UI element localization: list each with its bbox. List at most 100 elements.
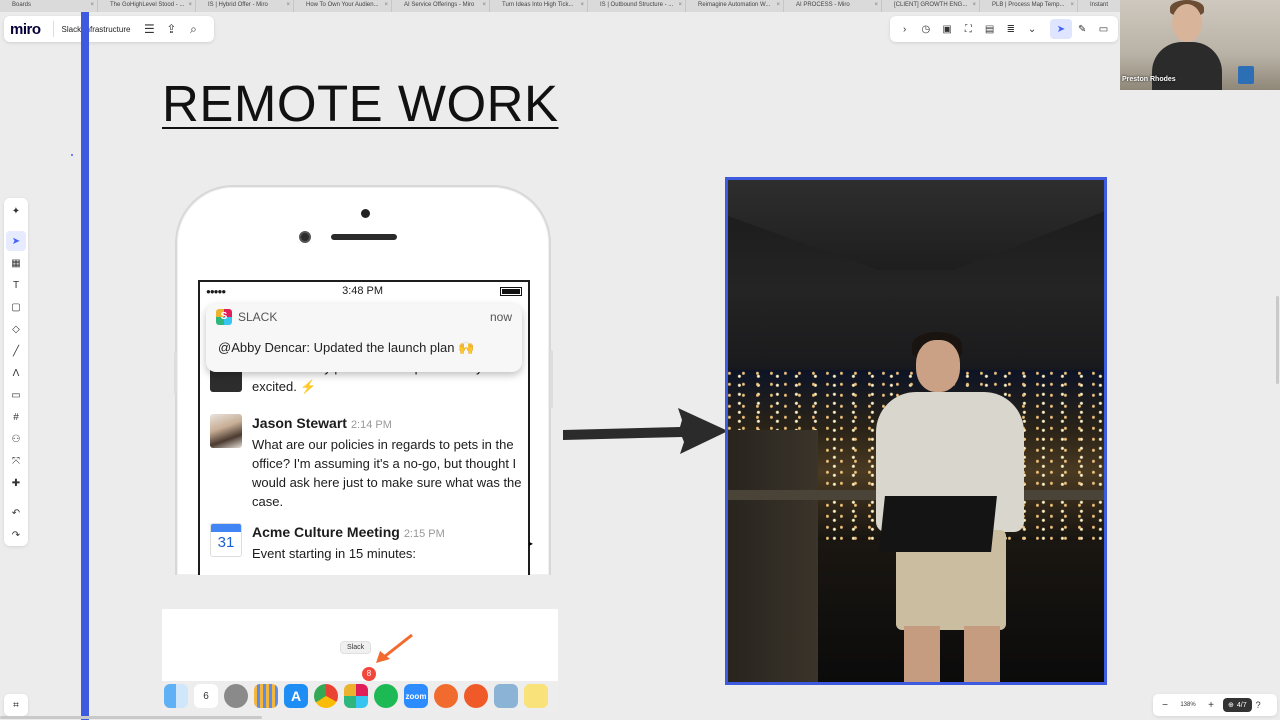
frames-panel-button[interactable]: ⌗ [4, 694, 28, 716]
zoom-icon[interactable]: zoom [404, 684, 428, 708]
browser-tab-label: [CLIENT] GROWTH ENG... [894, 2, 968, 8]
notes-icon[interactable] [524, 684, 548, 708]
divider [52, 21, 54, 37]
close-icon[interactable]: × [384, 2, 388, 8]
templates-icon[interactable]: ▦ [6, 253, 26, 273]
cursor-icon[interactable]: ➤ [1050, 19, 1072, 39]
page-title[interactable]: REMOTE WORK [162, 74, 559, 133]
browser-tab[interactable]: The GoHighLevel Stood - ... × [98, 0, 196, 12]
close-icon[interactable]: × [188, 2, 192, 8]
settings-icon[interactable] [224, 684, 248, 708]
miro-logo[interactable]: miro [4, 21, 41, 38]
slack-notification[interactable]: SLACK now @Abby Dencar: Updated the laun… [206, 304, 522, 372]
menu-icon[interactable]: ☰ [138, 18, 160, 40]
browser-tab[interactable]: How To Own Your Audien... × [294, 0, 392, 12]
phone-screen: ●●●●● 3:48 PM SLACK now @Abby Dencar: Up… [198, 280, 530, 575]
timer-icon[interactable]: ◷ [915, 19, 936, 39]
zoom-out-icon[interactable]: − [1157, 700, 1173, 711]
add-icon[interactable]: ✚ [6, 473, 26, 493]
chrome-icon[interactable] [314, 684, 338, 708]
browser-tab[interactable]: Boards × [0, 0, 98, 12]
close-icon[interactable]: × [1070, 2, 1074, 8]
close-icon[interactable]: × [90, 2, 94, 8]
notes-icon[interactable]: ≣ [1000, 19, 1021, 39]
browser-tab-label: Boards [12, 2, 32, 8]
browser-tab[interactable]: Reimagine Automation W... × [686, 0, 784, 12]
redo-icon[interactable]: ↷ [6, 525, 26, 545]
slack-icon[interactable] [344, 684, 368, 708]
webcam-mug [1238, 66, 1254, 84]
message-author: Jason Stewart [252, 415, 347, 431]
chevron-down-icon[interactable]: ⌄ [1021, 19, 1042, 39]
mindmap-icon[interactable]: ⤧ [6, 451, 26, 471]
browser-tab[interactable]: AI Service Offerings - Miro × [392, 0, 490, 12]
close-icon[interactable]: × [972, 2, 976, 8]
ubersuggest-icon[interactable] [434, 684, 458, 708]
front-camera [299, 231, 311, 243]
slack-icon [216, 309, 232, 325]
preview-icon[interactable] [494, 684, 518, 708]
notification-time: now [489, 310, 512, 324]
sticky-note-icon[interactable]: ▢ [6, 297, 26, 317]
browser-tab-label: PLB | Process Map Temp... [992, 2, 1065, 8]
arrow-right-icon[interactable] [560, 404, 730, 460]
undo-icon[interactable]: ↶ [6, 503, 26, 523]
text-icon[interactable]: T [6, 275, 26, 295]
pen-icon[interactable]: ╱ [6, 341, 26, 361]
dock-screenshot[interactable]: Slack 8 6 A zoom [162, 609, 558, 711]
connector-icon[interactable]: Λ [6, 363, 26, 383]
finder-icon[interactable] [164, 684, 188, 708]
close-icon[interactable]: × [874, 2, 878, 8]
capture-icon[interactable]: ⛶ [958, 19, 979, 39]
phone-side-button [550, 350, 553, 408]
phone-mockup[interactable]: ●●●●● 3:48 PM SLACK now @Abby Dencar: Up… [175, 185, 551, 575]
browser-tab[interactable]: Turn Ideas Into High Tick... × [490, 0, 588, 12]
board-vertical-line [81, 12, 89, 720]
zoom-in-icon[interactable]: + [1203, 700, 1219, 711]
present-icon[interactable]: ▣ [936, 19, 957, 39]
horizontal-scrollbar[interactable] [0, 716, 262, 719]
close-icon[interactable]: × [482, 2, 486, 8]
browser-tab-label: AI Service Offerings - Miro [404, 2, 475, 8]
close-icon[interactable]: × [286, 2, 290, 8]
notification-body: @Abby Dencar: Updated the launch plan 🙌 [218, 340, 475, 355]
page-navigation-button[interactable]: ⊕ 4/7 [1223, 698, 1252, 712]
browser-tab[interactable]: IS | Outbound Structure - ... × [588, 0, 686, 12]
chevron-right-icon[interactable]: › [894, 19, 915, 39]
comment-icon[interactable]: ▭ [1093, 19, 1114, 39]
comment-icon[interactable]: ▭ [6, 385, 26, 405]
select-icon[interactable]: ➤ [6, 231, 26, 251]
apps-icon[interactable]: ⚇ [6, 429, 26, 449]
launchpad-icon[interactable] [254, 684, 278, 708]
browser-tab[interactable]: PLB | Process Map Temp... × [980, 0, 1078, 12]
browser-tab[interactable]: AI PROCESS - Miro × [784, 0, 882, 12]
help-icon[interactable]: ? [1256, 700, 1261, 710]
browser-tab[interactable]: [CLIENT] GROWTH ENG... × [882, 0, 980, 12]
remote-work-photo[interactable] [725, 177, 1107, 685]
spotify-icon[interactable] [374, 684, 398, 708]
browser-tab-label: Turn Ideas Into High Tick... [502, 2, 574, 8]
sidebar-icon[interactable]: ▤ [979, 19, 1000, 39]
notification-header: SLACK now [206, 304, 522, 330]
status-time: 3:48 PM [342, 285, 384, 297]
close-icon[interactable]: × [678, 2, 682, 8]
calendar-icon[interactable]: 6 [194, 684, 218, 708]
ai-sparkle-icon[interactable]: ✦ [6, 201, 26, 221]
zoom-level[interactable]: 138% [1173, 702, 1203, 708]
vertical-scrollbar[interactable] [1276, 296, 1279, 384]
browser-tab-label: IS | Outbound Structure - ... [600, 2, 674, 8]
frame-icon[interactable]: # [6, 407, 26, 427]
search-icon[interactable]: ⌕ [182, 18, 204, 40]
record-icon[interactable] [464, 684, 488, 708]
notification-badge: 8 [362, 667, 376, 681]
upload-icon[interactable]: ⇪ [160, 18, 182, 40]
browser-tab[interactable]: IS | Hybrid Offer - Miro × [196, 0, 294, 12]
close-icon[interactable]: × [776, 2, 780, 8]
message-time: 2:14 PM [350, 419, 392, 431]
app-store-icon[interactable]: A [284, 684, 308, 708]
shapes-icon[interactable]: ◇ [6, 319, 26, 339]
board-name[interactable]: Slack Infrastructure [62, 25, 131, 34]
close-icon[interactable]: × [580, 2, 584, 8]
reactions-icon[interactable]: ✎ [1072, 19, 1093, 39]
page-indicator: 4/7 [1236, 701, 1247, 709]
